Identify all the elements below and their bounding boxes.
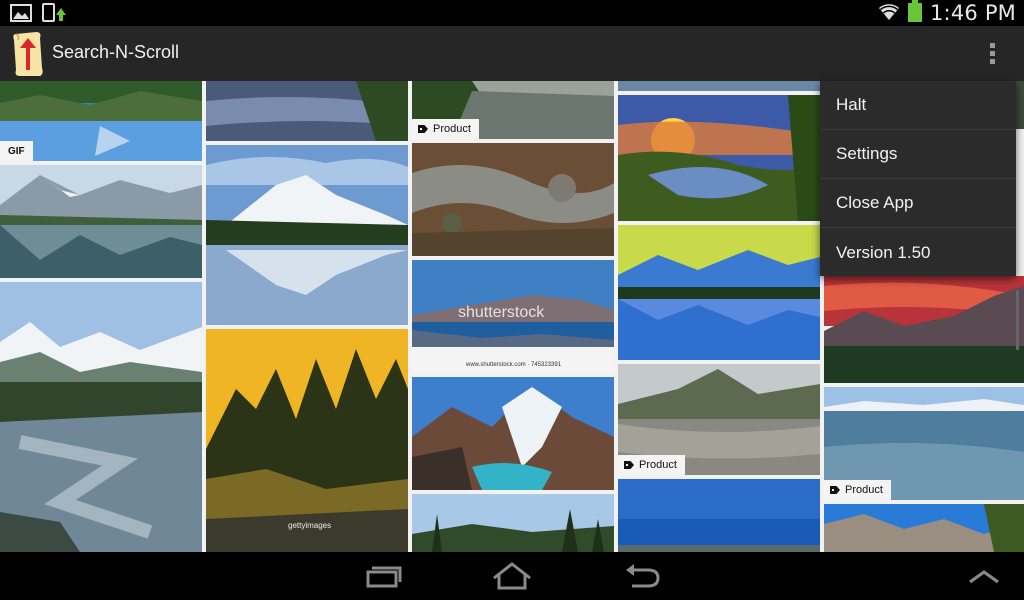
- shutterstock-id: www.shutterstock.com · 745323391: [466, 362, 562, 368]
- menu-item-settings[interactable]: Settings: [820, 130, 1016, 179]
- image-tile[interactable]: GIF: [0, 81, 202, 161]
- image-tile[interactable]: Product: [412, 81, 614, 139]
- action-bar: Search-N-Scroll: [0, 26, 1024, 81]
- image-tile[interactable]: [618, 479, 820, 552]
- scroll-arrow-logo-icon[interactable]: [10, 30, 46, 78]
- status-time: 1:46 PM: [929, 1, 1016, 25]
- tag-icon: [830, 486, 840, 494]
- tag-icon: [418, 125, 428, 133]
- overflow-menu: Halt Settings Close App Version 1.50: [820, 81, 1016, 276]
- image-tile[interactable]: [206, 81, 408, 141]
- image-tile[interactable]: [0, 165, 202, 278]
- image-tile[interactable]: Product: [618, 364, 820, 475]
- battery-icon: [907, 0, 922, 26]
- gif-badge: GIF: [0, 141, 33, 161]
- product-badge: Product: [618, 455, 685, 475]
- image-tile[interactable]: [618, 81, 820, 91]
- menu-item-close-app[interactable]: Close App: [820, 179, 1016, 228]
- tag-icon: [624, 461, 634, 469]
- image-tile[interactable]: Product: [824, 387, 1024, 500]
- wifi-icon: [878, 1, 900, 25]
- hide-keyboard-icon[interactable]: [962, 560, 1006, 592]
- image-tile[interactable]: gettyimages: [206, 329, 408, 552]
- back-icon[interactable]: [620, 560, 664, 592]
- image-tile[interactable]: [0, 282, 202, 552]
- image-tile[interactable]: [824, 504, 1024, 552]
- system-nav-bar: [0, 552, 1024, 600]
- recent-apps-icon[interactable]: [362, 560, 406, 592]
- product-badge: Product: [824, 480, 891, 500]
- more-vertical-icon[interactable]: [984, 41, 1000, 67]
- image-tile[interactable]: [618, 225, 820, 360]
- home-icon[interactable]: [490, 560, 534, 592]
- image-tile[interactable]: shutterstock www.shutterstock.com · 7453…: [412, 260, 614, 373]
- image-tile[interactable]: [412, 494, 614, 552]
- image-tile[interactable]: [618, 95, 820, 221]
- shutterstock-watermark: shutterstock: [458, 304, 545, 321]
- gallery-notification-icon: [10, 3, 32, 27]
- image-tile[interactable]: [412, 377, 614, 490]
- image-tile[interactable]: [824, 276, 1024, 383]
- scrollbar-thumb[interactable]: [1016, 290, 1019, 350]
- menu-item-version[interactable]: Version 1.50: [820, 228, 1016, 277]
- image-tile[interactable]: [206, 145, 408, 325]
- download-notification-icon: [42, 3, 66, 27]
- product-badge: Product: [412, 119, 479, 139]
- status-bar: 1:46 PM: [0, 0, 1024, 26]
- app-title: Search-N-Scroll: [52, 42, 180, 62]
- menu-item-halt[interactable]: Halt: [820, 81, 1016, 130]
- gettyimages-watermark: gettyimages: [288, 521, 332, 530]
- image-tile[interactable]: [412, 143, 614, 256]
